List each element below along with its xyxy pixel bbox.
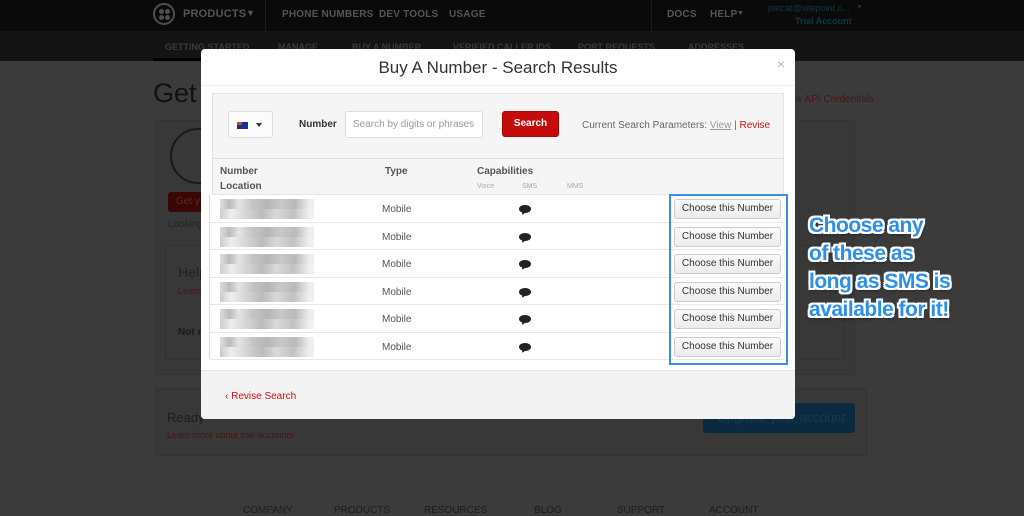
help-caret-icon[interactable]: ▼ — [737, 10, 744, 17]
redacted-number — [220, 309, 314, 329]
country-select[interactable] — [228, 111, 273, 138]
header-capabilities: Capabilities — [477, 166, 534, 177]
number-type: Mobile — [382, 259, 412, 270]
close-icon[interactable]: × — [777, 56, 785, 72]
account-type: Trial Account — [795, 16, 852, 26]
redacted-number — [220, 254, 314, 274]
annotation-line: Choose any — [809, 214, 924, 237]
sms-capability-icon — [519, 260, 531, 268]
sms-capability-icon — [519, 342, 531, 351]
number-type: Mobile — [382, 341, 412, 353]
results-table-header: Number Location Type Capabilities Voice … — [212, 158, 784, 195]
footer-account[interactable]: ACCOUNT — [709, 505, 758, 516]
number-type: Mobile — [382, 204, 412, 215]
annotation-highlight-box — [669, 194, 788, 365]
nav-usage[interactable]: USAGE — [449, 9, 486, 20]
redacted-number — [220, 336, 314, 357]
sms-capability-icon — [519, 205, 531, 213]
products-menu[interactable]: PRODUCTS — [183, 8, 246, 20]
redacted-number — [220, 226, 314, 247]
nav-dev-tools[interactable]: DEV TOOLS — [379, 9, 438, 20]
search-panel: Number Search Current Search Parameters:… — [212, 93, 784, 158]
revise-search-label: Revise Search — [231, 391, 297, 402]
sms-capability-icon — [519, 287, 531, 296]
sms-capability-icon — [519, 232, 531, 241]
buy-number-modal: Buy A Number - Search Results × Number S… — [201, 49, 795, 419]
number-label: Number — [299, 119, 337, 130]
header-voice: Voice — [477, 183, 495, 190]
sms-capability-icon — [519, 315, 531, 323]
footer-resources[interactable]: RESOURCES — [424, 505, 487, 516]
revise-search-link[interactable]: ‹ Revise Search — [225, 391, 296, 402]
learn-link[interactable]: Learn — [178, 286, 201, 296]
user-caret-icon[interactable]: ▼ — [856, 4, 863, 11]
params-label: Current Search Parameters: — [582, 120, 708, 131]
footer-products[interactable]: PRODUCTS — [334, 505, 390, 516]
annotation-line: long as SMS is — [809, 270, 951, 293]
nav-help[interactable]: HELP — [710, 9, 737, 20]
api-credentials-link[interactable]: w API Credentials — [795, 94, 874, 105]
header-type: Type — [385, 166, 408, 177]
page-title: Get — [153, 78, 197, 108]
revise-params-link[interactable]: Revise — [740, 120, 771, 131]
search-parameters: Current Search Parameters: View | Revise — [582, 120, 770, 131]
footer-support[interactable]: SUPPORT — [617, 505, 665, 516]
redacted-number — [220, 281, 314, 302]
user-email[interactable]: patcat@sitepoint.c... — [768, 3, 850, 13]
view-params-link[interactable]: View — [710, 120, 732, 131]
modal-title: Buy A Number - Search Results — [378, 58, 618, 77]
caret-down-icon — [256, 123, 262, 127]
header-number: Number — [220, 166, 258, 177]
nav-docs[interactable]: DOCS — [667, 9, 697, 20]
redacted-number — [220, 199, 314, 219]
modal-footer: ‹ Revise Search — [201, 370, 795, 419]
annotation-line: available for it! — [809, 298, 949, 321]
ready-text: Ready — [167, 410, 205, 425]
learn-trial-link[interactable]: Learn more about trial accounts — [167, 430, 294, 440]
not-ready-text: Not r — [178, 327, 202, 338]
nav-phone-numbers[interactable]: PHONE NUMBERS — [282, 9, 374, 20]
number-type: Mobile — [382, 314, 412, 325]
number-search-input[interactable] — [345, 111, 483, 138]
footer-company[interactable]: COMPANY — [243, 505, 293, 516]
looking-text: Looking — [168, 219, 204, 230]
annotation-line: of these as — [809, 242, 914, 265]
number-type: Mobile — [382, 286, 412, 298]
products-caret-icon[interactable]: ▼ — [246, 8, 255, 18]
number-type: Mobile — [382, 231, 412, 243]
params-separator: | — [734, 120, 737, 131]
twilio-logo-icon[interactable] — [153, 3, 175, 25]
footer-blog[interactable]: BLOG — [534, 505, 562, 516]
modal-divider — [201, 85, 795, 86]
header-mms: MMS — [567, 183, 584, 190]
search-button[interactable]: Search — [502, 111, 559, 137]
top-navbar: PRODUCTS ▼ PHONE NUMBERS DEV TOOLS USAGE… — [0, 0, 1024, 31]
header-sms: SMS — [522, 183, 538, 190]
annotation-callout: Choose any of these as long as SMS is av… — [809, 212, 951, 324]
australia-flag-icon — [237, 122, 248, 129]
header-location: Location — [220, 181, 262, 192]
